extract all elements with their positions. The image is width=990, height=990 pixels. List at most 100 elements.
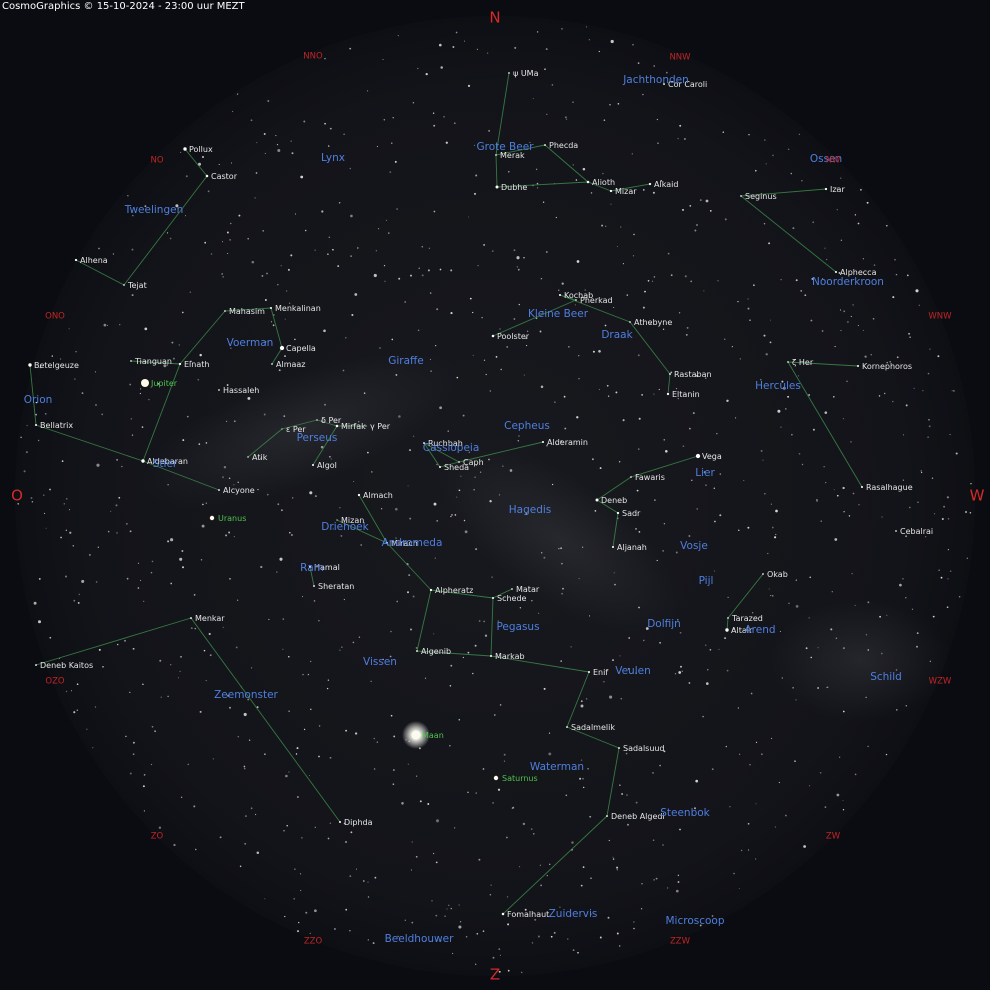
background-star <box>318 619 320 622</box>
background-star <box>842 647 845 650</box>
background-star <box>484 634 488 637</box>
background-star <box>578 378 580 380</box>
background-star <box>932 615 935 618</box>
star-dot <box>611 545 615 549</box>
background-star <box>562 587 564 590</box>
star-dot <box>762 573 764 575</box>
background-star <box>922 390 924 392</box>
background-star <box>283 415 286 417</box>
background-star <box>148 398 150 401</box>
star-dot <box>130 360 132 362</box>
background-star <box>345 841 347 843</box>
background-star <box>523 374 525 376</box>
background-star <box>150 763 153 766</box>
background-star <box>472 311 474 314</box>
sky-dome: ψ UMaCor CaroliPhecdaMerakPolluxCastorAl… <box>11 9 985 984</box>
background-star <box>370 471 373 473</box>
background-star <box>619 655 621 657</box>
constellation-label: Noorderkroon <box>812 276 884 288</box>
star-dot <box>508 72 510 74</box>
background-star <box>772 154 774 157</box>
background-star <box>810 656 812 659</box>
background-star <box>408 449 412 452</box>
background-star <box>852 304 854 306</box>
background-star <box>489 894 492 896</box>
background-star <box>121 465 123 468</box>
background-star <box>738 887 740 889</box>
background-star <box>343 133 345 136</box>
background-star <box>327 253 329 256</box>
background-star <box>774 536 777 539</box>
background-star <box>199 353 202 357</box>
background-star <box>97 546 99 548</box>
background-star <box>803 845 806 848</box>
background-star <box>804 294 807 297</box>
background-star <box>332 248 334 251</box>
background-star <box>418 267 420 269</box>
background-star <box>433 210 436 213</box>
background-star <box>244 815 247 818</box>
background-star <box>447 430 449 432</box>
background-star <box>598 50 600 53</box>
background-star <box>210 253 213 255</box>
background-star <box>195 848 197 851</box>
background-star <box>795 699 797 701</box>
planet-label: Jupiter <box>150 379 178 388</box>
background-star <box>795 279 798 282</box>
background-star <box>613 572 615 574</box>
star-dot <box>834 270 838 274</box>
background-star <box>792 687 794 689</box>
background-star <box>393 769 395 771</box>
star-label: ζ Her <box>792 358 814 367</box>
star-label: Phecda <box>549 141 578 150</box>
star-dot <box>860 485 864 489</box>
background-star <box>498 494 501 496</box>
background-star <box>449 745 451 747</box>
background-star <box>816 499 818 501</box>
background-star <box>132 741 135 744</box>
background-star <box>578 578 580 580</box>
background-star <box>580 704 584 708</box>
background-star <box>349 167 352 170</box>
background-star <box>486 52 489 54</box>
background-star <box>396 208 398 210</box>
background-star <box>432 852 435 855</box>
background-star <box>473 144 476 147</box>
compass-label: W <box>970 487 985 505</box>
background-star <box>826 258 828 261</box>
star-dot <box>895 530 897 532</box>
background-star <box>435 914 438 917</box>
background-star <box>582 866 585 868</box>
background-star <box>675 551 678 554</box>
background-star <box>607 916 610 919</box>
star-dot <box>587 670 591 674</box>
star-label: Menkalinan <box>275 304 321 313</box>
background-star <box>51 355 53 357</box>
background-star <box>292 497 294 499</box>
background-star <box>636 489 639 492</box>
background-star <box>854 773 857 776</box>
background-star <box>276 571 278 573</box>
background-star <box>482 768 485 770</box>
star-dot <box>648 182 652 186</box>
background-star <box>411 921 414 924</box>
background-star <box>709 648 712 651</box>
background-star <box>748 134 750 136</box>
background-star <box>927 372 930 375</box>
background-star <box>197 378 200 381</box>
background-star <box>772 595 774 597</box>
background-star <box>462 656 465 659</box>
background-star <box>337 265 340 268</box>
background-star <box>193 805 196 808</box>
background-star <box>446 908 448 910</box>
background-star <box>517 268 520 271</box>
background-star <box>102 665 104 668</box>
background-star <box>543 687 546 690</box>
background-star <box>580 700 583 703</box>
background-star <box>800 290 803 292</box>
background-star <box>587 767 589 770</box>
background-star <box>178 344 180 346</box>
background-star <box>280 509 283 512</box>
background-star <box>628 637 631 639</box>
background-star <box>190 627 193 629</box>
